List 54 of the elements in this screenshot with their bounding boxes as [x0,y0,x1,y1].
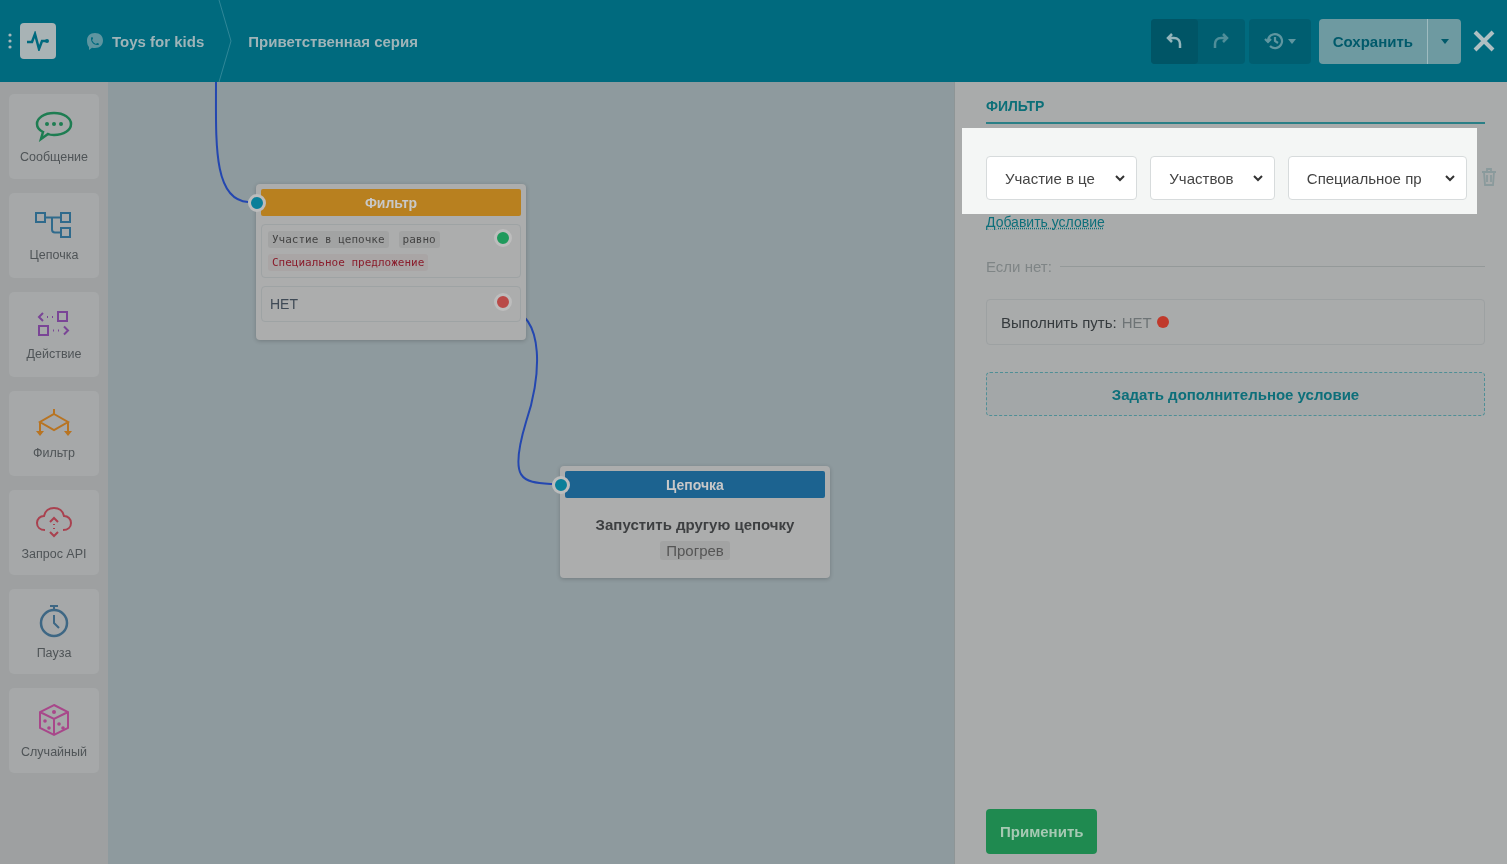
add-extra-condition-button[interactable]: Задать дополнительное условие [986,372,1485,416]
sidebar-item[interactable]: Запрос API [9,490,99,575]
undo-icon [1166,32,1183,50]
breadcrumb-title[interactable]: Приветственная серия [248,32,418,50]
select-field[interactable]: Участвов [1150,156,1275,200]
sidebar-item[interactable]: Действие [9,292,99,377]
history-icon [1263,32,1284,50]
chevron-down-icon [1114,174,1127,182]
dice-icon [37,702,71,737]
path-field: Выполнить путь: НЕТ [986,299,1485,345]
select-field[interactable]: Специальное пр [1287,156,1467,200]
sidebar-item[interactable]: Случайный [9,688,99,773]
sidebar-item[interactable]: Цепочка [9,193,99,278]
caret-icon [1440,38,1449,44]
sidebar-item[interactable]: Фильтр [9,391,99,476]
branch-label: НЕТ [270,296,298,312]
output-port[interactable] [494,229,512,247]
input-port[interactable] [552,476,570,494]
filter-node[interactable]: Фильтр Участие в цепочке равно Специальное предложение НЕТ [256,184,526,340]
sidebar-item[interactable]: Сообщение [9,94,99,179]
condition-tag: равно [398,231,440,248]
condition-tag: Участие в цепочке [268,231,389,248]
undo-button[interactable] [1150,18,1198,64]
flowchart-icon [34,209,74,240]
more-icon[interactable] [8,33,12,49]
history-button[interactable] [1248,18,1311,64]
condition-tag: Специальное предложение [268,254,429,271]
chain-node[interactable]: Цепочка Запустить другую цепочку Прогрев [560,466,830,578]
node-action: Запустить другую цепочку [595,516,795,533]
input-port[interactable] [248,194,266,212]
close-icon[interactable] [1473,30,1495,52]
chain-name: Прогрев [660,541,730,560]
pulse-logo-icon[interactable] [20,23,56,59]
chevron-down-icon [1444,174,1456,182]
phone-bubble-icon [86,31,104,51]
chevron-down-icon [1251,174,1264,182]
speech-bubble-icon [34,109,74,142]
apply-button[interactable]: Применить [986,809,1098,854]
redo-icon [1213,32,1230,50]
condition-block[interactable]: Участие в цепочке равно Специальное предложение [261,224,521,278]
arrows-icon [36,308,72,339]
stopwatch-icon [37,603,71,638]
caret-icon [1287,38,1296,44]
node-title: Фильтр [261,189,521,216]
add-condition-link[interactable]: Добавить условие [986,214,1105,230]
panel-title: ФИЛЬТР [986,98,1485,124]
cloud-icon [34,504,74,539]
node-title: Цепочка [565,471,825,498]
account-name[interactable]: Toys for kids [112,32,205,50]
sidebar-item[interactable]: Пауза [9,589,99,674]
select-field[interactable]: Участие в це [986,156,1138,200]
output-port[interactable] [494,293,512,311]
breadcrumb-separator-icon [218,0,233,82]
else-branch[interactable]: НЕТ [261,286,521,322]
